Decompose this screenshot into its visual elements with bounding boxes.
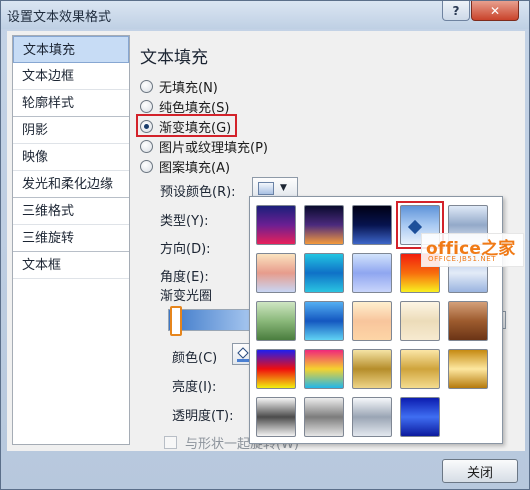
radio-label: 图片或纹理填充(P): [159, 140, 268, 156]
gradient-swatch-wheat[interactable]: [352, 301, 392, 341]
gradient-swatch-silver[interactable]: [352, 397, 392, 437]
checkbox[interactable]: [164, 436, 177, 449]
gradient-swatch-chrome[interactable]: [256, 397, 296, 437]
help-button[interactable]: ?: [442, 1, 470, 21]
chevron-down-icon: ▼: [280, 183, 287, 193]
radio-button[interactable]: [140, 139, 153, 153]
radio-button[interactable]: [140, 99, 153, 113]
nav-item-outline-style[interactable]: 轮廓样式: [13, 90, 129, 117]
gradient-swatch-sapphire[interactable]: [400, 397, 440, 437]
gradient-fill-highlight: [136, 114, 237, 137]
gradient-stops-label: 渐变光圈: [160, 289, 213, 304]
radio-pattern-fill[interactable]: 图案填充(A): [140, 157, 231, 176]
gradient-swatch-nightfall[interactable]: [352, 205, 392, 245]
gradient-swatch-chrome-ii[interactable]: [304, 397, 344, 437]
radio-solid-fill[interactable]: 纯色填充(S): [140, 97, 230, 116]
color-label: 颜色(C): [172, 351, 218, 366]
direction-label: 方向(D):: [160, 242, 211, 257]
gradient-swatch-mahogany[interactable]: [448, 301, 488, 341]
gradient-swatch-rainbow[interactable]: [256, 349, 296, 389]
radio-button[interactable]: [140, 79, 153, 93]
transparency-label: 透明度(T):: [172, 409, 234, 424]
gradient-swatch-brass[interactable]: [448, 349, 488, 389]
nav-item-shadow[interactable]: 阴影: [13, 117, 129, 144]
radio-button[interactable]: [140, 159, 153, 173]
gradient-swatch-gold[interactable]: [352, 349, 392, 389]
gradient-swatch-moss[interactable]: [256, 301, 296, 341]
radio-no-fill[interactable]: 无填充(N): [140, 77, 218, 96]
gradient-swatch-ocean[interactable]: [304, 253, 344, 293]
nav-item-text-fill[interactable]: 文本填充: [13, 36, 129, 63]
nav-item-reflection[interactable]: 映像: [13, 144, 129, 171]
gradient-swatch-parchment[interactable]: [400, 301, 440, 341]
radio-picture-texture-fill[interactable]: 图片或纹理填充(P): [140, 137, 268, 156]
radio-label: 纯色填充(S): [159, 100, 230, 116]
nav-item-3d-rotation[interactable]: 三维旋转: [13, 225, 129, 252]
gradient-swatch-peacock[interactable]: [304, 301, 344, 341]
watermark-logo: office之家 OFFICE.JB51.NET: [421, 233, 524, 267]
gradient-swatch-desert[interactable]: [256, 253, 296, 293]
gradient-swatch-late-sunset[interactable]: [304, 205, 344, 245]
radio-label: 图案填充(A): [159, 160, 231, 176]
nav-item-text-border[interactable]: 文本边框: [13, 63, 129, 90]
pane-title: 文本填充: [140, 48, 208, 68]
nav-item-glow-soft-edges[interactable]: 发光和柔化边缘: [13, 171, 129, 198]
category-nav: 文本填充 文本边框 轮廓样式 阴影 映像 发光和柔化边缘 三维格式 三维旋转 文…: [12, 35, 130, 445]
close-button[interactable]: 关闭: [442, 459, 518, 483]
gradient-stop-handle[interactable]: [170, 306, 182, 336]
gradient-swatch-calm-water[interactable]: [352, 253, 392, 293]
title-bar: 设置文本效果格式 ? ✕: [1, 1, 529, 29]
type-label: 类型(Y):: [160, 214, 209, 229]
dialog-window: 设置文本效果格式 ? ✕ 文本填充 文本边框 轮廓样式 阴影 映像 发光和柔化边…: [0, 0, 530, 490]
dialog-title: 设置文本效果格式: [7, 10, 112, 25]
preset-colors-label: 预设颜色(R):: [160, 185, 236, 200]
brightness-label: 亮度(I):: [172, 380, 217, 395]
close-window-button[interactable]: ✕: [471, 1, 519, 21]
radio-label: 无填充(N): [159, 80, 218, 96]
angle-label: 角度(E):: [160, 270, 209, 285]
gradient-swatch-rainbow-ii[interactable]: [304, 349, 344, 389]
preset-swatch: [258, 181, 274, 195]
watermark-domain: OFFICE.JB51.NET: [428, 255, 497, 263]
gradient-swatch-gold-ii[interactable]: [400, 349, 440, 389]
nav-item-text-box[interactable]: 文本框: [13, 252, 129, 279]
gradient-swatch-early-sunset[interactable]: [256, 205, 296, 245]
nav-item-3d-format[interactable]: 三维格式: [13, 198, 129, 225]
